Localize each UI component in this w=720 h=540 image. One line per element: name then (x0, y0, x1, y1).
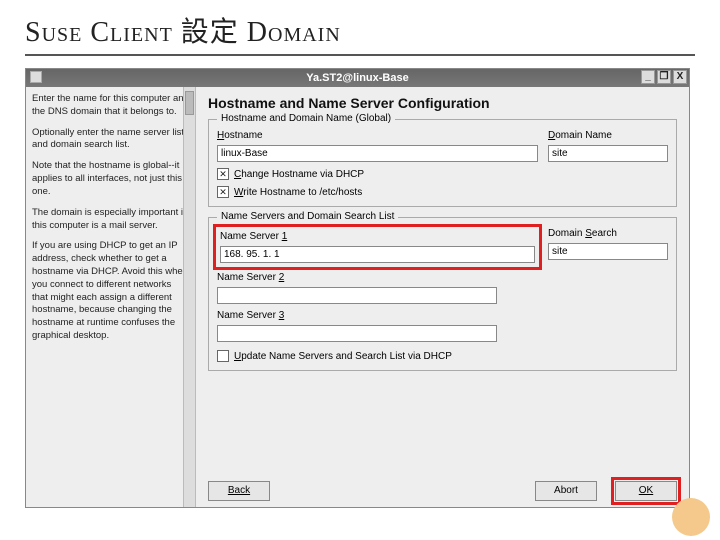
maximize-button[interactable]: ❐ (657, 70, 671, 84)
app-window: Ya.ST2@linux-Base _ ❐ X Enter the name f… (25, 68, 690, 508)
checkbox-icon (217, 350, 229, 362)
domain-search-input[interactable] (548, 243, 668, 260)
wizard-buttons: Back Abort OK (208, 481, 677, 501)
help-panel: Enter the name for this computer and the… (26, 87, 196, 507)
domain-label: Domain Name (548, 130, 668, 141)
hostname-label: Hostname (217, 130, 538, 141)
help-text: Optionally enter the name server list an… (32, 127, 189, 153)
ns3-input[interactable] (217, 325, 497, 342)
page-title: Hostname and Name Server Configuration (208, 95, 677, 111)
ns2-input[interactable] (217, 287, 497, 304)
help-text: Enter the name for this computer and the… (32, 93, 189, 119)
main-panel: Hostname and Name Server Configuration H… (196, 87, 689, 507)
checkbox-icon: ✕ (217, 168, 229, 180)
domain-search-label: Domain Search (548, 228, 668, 239)
titlebar[interactable]: Ya.ST2@linux-Base _ ❐ X (26, 69, 689, 87)
change-hostname-dhcp-checkbox[interactable]: ✕ Change Hostname via DHCP (217, 168, 668, 180)
slide-title: Suse Client 設定 Domain (25, 10, 695, 50)
window-title: Ya.ST2@linux-Base (306, 72, 408, 84)
content-area: Enter the name for this computer and the… (26, 87, 689, 507)
ns1-label: Name Server 1 (220, 231, 535, 242)
help-scrollbar[interactable] (183, 87, 195, 507)
slide-title-rule (25, 54, 695, 56)
minimize-button[interactable]: _ (641, 70, 655, 84)
close-button[interactable]: X (673, 70, 687, 84)
group-hostname: Hostname and Domain Name (Global) Hostna… (208, 119, 677, 207)
back-button[interactable]: Back (208, 481, 270, 501)
write-hostname-etchosts-checkbox[interactable]: ✕ Write Hostname to /etc/hosts (217, 186, 668, 198)
hostname-input[interactable] (217, 145, 538, 162)
help-text: If you are using DHCP to get an IP addre… (32, 240, 189, 343)
checkbox-icon: ✕ (217, 186, 229, 198)
group-nameservers: Name Servers and Domain Search List Name… (208, 217, 677, 371)
help-text: The domain is especially important if th… (32, 207, 189, 233)
chk-label: Update Name Servers and Search List via … (234, 351, 452, 362)
group-nameservers-legend: Name Servers and Domain Search List (217, 211, 398, 222)
group-hostname-legend: Hostname and Domain Name (Global) (217, 113, 395, 124)
window-controls: _ ❐ X (641, 70, 687, 84)
help-text: Note that the hostname is global--it app… (32, 160, 189, 198)
ns2-label: Name Server 2 (217, 272, 668, 283)
ns3-label: Name Server 3 (217, 310, 668, 321)
chk-label: Change Hostname via DHCP (234, 169, 364, 180)
scrollbar-thumb[interactable] (185, 91, 194, 115)
update-ns-dhcp-checkbox[interactable]: Update Name Servers and Search List via … (217, 350, 668, 362)
slide-decoration-circle (672, 498, 710, 536)
ns1-input[interactable] (220, 246, 535, 263)
abort-button[interactable]: Abort (535, 481, 597, 501)
app-icon (30, 71, 42, 83)
ok-button[interactable]: OK (615, 481, 677, 501)
chk-label: Write Hostname to /etc/hosts (234, 187, 362, 198)
domain-input[interactable] (548, 145, 668, 162)
